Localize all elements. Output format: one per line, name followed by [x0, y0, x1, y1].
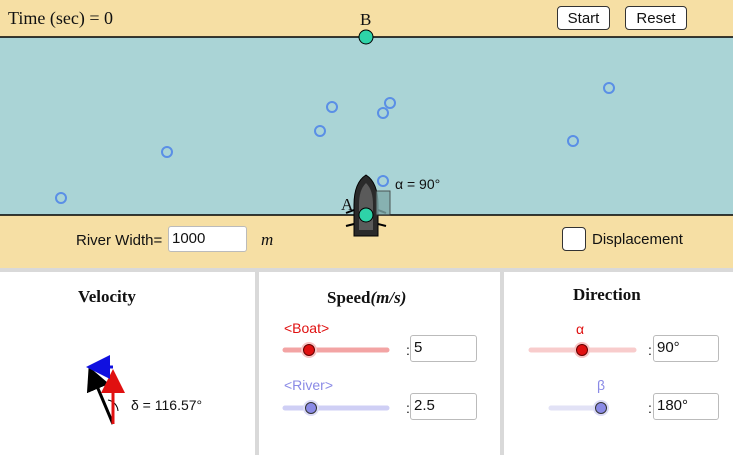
speed-title: Speed(m/s)	[327, 288, 406, 308]
displacement-checkbox[interactable]	[562, 227, 586, 251]
boat-speed-label: <Boat>	[284, 320, 330, 336]
beta-colon: :	[648, 400, 652, 416]
river-width-unit: m	[261, 230, 274, 249]
river-speed-slider[interactable]	[279, 398, 395, 418]
point-a[interactable]	[358, 207, 374, 223]
direction-panel: Direction α : 90° β : 180°	[504, 272, 733, 455]
velocity-panel: Velocity δ = 116.57°	[0, 272, 255, 455]
point-a-label: A	[341, 195, 354, 214]
resultant-vector	[86, 366, 115, 425]
beta-label: β	[597, 377, 606, 393]
river-width-input[interactable]: 1000	[168, 226, 247, 252]
simulation-scene: Time (sec) = 0 B A α = 90° Start Reset R…	[0, 0, 733, 268]
boat-speed-slider[interactable]	[279, 340, 395, 360]
point-b[interactable]	[358, 29, 374, 45]
river-speed-label: <River>	[284, 377, 334, 393]
alpha-slider[interactable]	[526, 340, 640, 360]
delta-readout: δ = 116.57°	[131, 397, 203, 413]
velocity-diagram	[86, 355, 125, 425]
beta-input[interactable]: 180°	[653, 393, 719, 420]
boat-speed-input[interactable]: 5	[410, 335, 477, 362]
alpha-readout: α = 90°	[395, 176, 441, 192]
alpha-input[interactable]: 90°	[653, 335, 719, 362]
point-b-label: B	[360, 10, 372, 29]
river-canvas	[0, 29, 733, 237]
speed-title-unit: (m/s)	[370, 288, 407, 307]
direction-title: Direction	[573, 285, 641, 304]
speed-panel: Speed(m/s) <Boat> : 5 <River> : 2.5	[259, 272, 500, 455]
displacement-label: Displacement	[592, 231, 683, 248]
time-readout: Time (sec) = 0	[8, 8, 113, 28]
alpha-label: α	[576, 321, 585, 337]
angle-marker	[375, 190, 391, 216]
beta-slider[interactable]	[546, 398, 616, 418]
reset-button[interactable]: Reset	[625, 6, 687, 30]
river-speed-input[interactable]: 2.5	[410, 393, 477, 420]
alpha-colon: :	[648, 342, 652, 358]
river-width-label: River Width=	[76, 232, 163, 249]
speed-title-text: Speed	[327, 288, 371, 307]
start-button[interactable]: Start	[557, 6, 610, 30]
